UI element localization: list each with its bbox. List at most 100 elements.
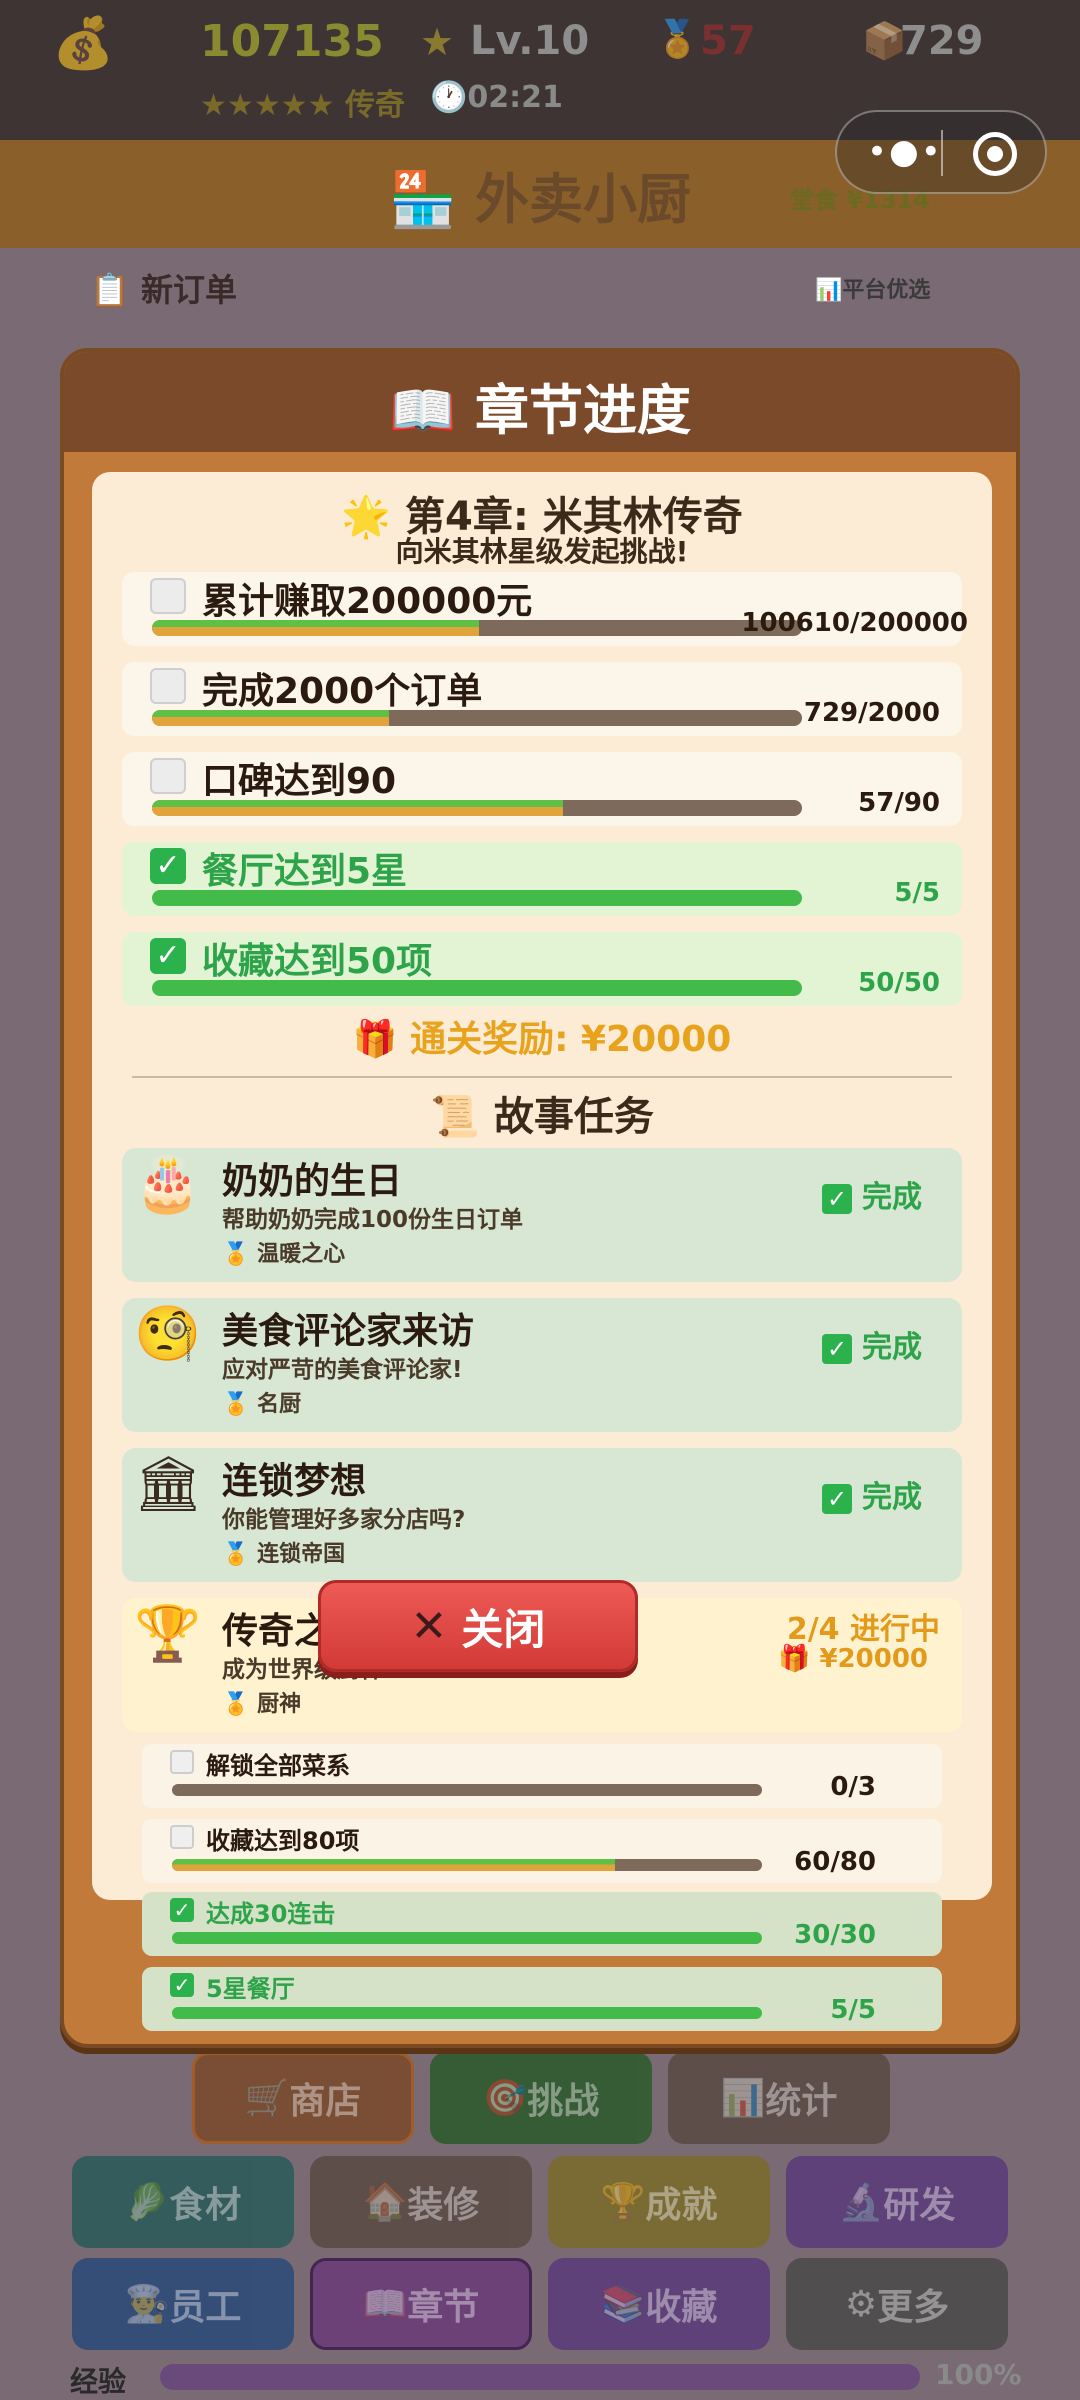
stats-label: 统计 — [765, 2081, 838, 2122]
close-button[interactable]: ✕ 关闭 — [318, 1580, 638, 1672]
more-dots-icon[interactable]: •●• — [867, 132, 943, 172]
subgoal-value: 30/30 — [794, 1920, 876, 1950]
research-label: 研发 — [883, 2185, 956, 2226]
rating-stars-text: ★★★★★ — [200, 88, 335, 123]
monocle-face-icon: 🧐 — [134, 1302, 202, 1365]
subgoal-value: 60/80 — [794, 1847, 876, 1877]
achievements-label: 成就 — [645, 2185, 718, 2226]
medal-icon: 🏅 — [655, 19, 700, 60]
decorate-label: 装修 — [407, 2185, 480, 2226]
close-miniprogram-icon[interactable] — [973, 132, 1017, 176]
challenge-button[interactable]: 🎯 挑战 — [430, 2052, 652, 2144]
close-icon: ✕ — [410, 1600, 448, 1652]
modal-header: 📖 章节进度 — [64, 352, 1016, 452]
goal-row: ✓ 餐厅达到5星 5/5 — [122, 842, 962, 916]
ingredients-button[interactable]: 🥬 食材 — [72, 2156, 294, 2248]
subgoal-checkbox — [170, 1750, 194, 1774]
check-icon: ✓ — [822, 1484, 852, 1514]
clear-reward: 🎁 通关奖励: ¥20000 — [92, 1010, 992, 1062]
goal-checkbox-checked: ✓ — [150, 938, 186, 974]
medal-icon: 🏅 — [222, 1692, 250, 1717]
chapter-progress-modal: 📖 章节进度 🌟 第4章: 米其林传奇 向米其林星级发起挑战! 累计赚取2000… — [60, 348, 1020, 2048]
subgoal-progress-bar — [172, 1784, 762, 1796]
goal-value: 5/5 — [894, 878, 940, 908]
collection-label: 收藏 — [645, 2287, 718, 2328]
story-desc: 你能管理好多家分店吗? — [222, 1507, 466, 1533]
collection-button[interactable]: 📚 收藏 — [548, 2258, 770, 2350]
platform-label: 📊平台优选 — [815, 278, 931, 303]
money-counter: 107135 — [200, 16, 384, 67]
story-status: ✓ 完成 — [822, 1472, 922, 1516]
shop-label: 商店 — [289, 2081, 362, 2122]
modal-title-text: 章节进度 — [475, 379, 692, 442]
story-title: 连锁梦想 — [222, 1461, 367, 1502]
story-section-title: 📜 故事任务 — [92, 1084, 992, 1142]
decorate-button[interactable]: 🏠 装修 — [310, 2156, 532, 2248]
goal-progress-bar — [152, 890, 802, 906]
subgoal-progress-bar — [172, 1932, 762, 1944]
section-divider — [132, 1076, 952, 1078]
xp-label: 经验 — [70, 2365, 127, 2398]
research-button[interactable]: 🔬 研发 — [786, 2156, 1008, 2248]
star-icon: ★ — [420, 20, 455, 64]
story-medal: 🏅 厨神 — [222, 1686, 301, 1718]
goal-value: 50/50 — [858, 968, 940, 998]
goal-label: 收藏达到50项 — [202, 941, 433, 982]
story-desc: 帮助奶奶完成100份生日订单 — [222, 1207, 524, 1233]
goal-progress-fill — [152, 890, 802, 906]
clear-reward-text: 通关奖励: ¥20000 — [410, 1019, 732, 1060]
staff-button[interactable]: 👨‍🍳 员工 — [72, 2258, 294, 2350]
capsule-divider — [941, 130, 943, 176]
rating-stars: ★★★★★ 传奇 — [200, 80, 405, 124]
goal-progress-bar — [152, 620, 802, 636]
chapter-button[interactable]: 📖 章节 — [310, 2258, 532, 2350]
story-medal-text: 连锁帝国 — [257, 1542, 346, 1567]
subgoal-label: 5星餐厅 — [206, 1975, 295, 2003]
modal-title: 📖 章节进度 — [64, 366, 1016, 445]
subgoal-progress-fill — [172, 1932, 762, 1944]
diamond-counter: 729 — [900, 18, 984, 64]
chapter-label: 章节 — [407, 2287, 480, 2328]
subgoal-label: 收藏达到80项 — [206, 1827, 360, 1855]
goal-label: 完成2000个订单 — [202, 671, 483, 712]
goal-row: 完成2000个订单 729/2000 — [122, 662, 962, 736]
goal-row: 口碑达到90 57/90 — [122, 752, 962, 826]
level-indicator: Lv.10 — [470, 18, 590, 64]
goal-progress-bar — [152, 800, 802, 816]
goal-checkbox-checked: ✓ — [150, 848, 186, 884]
cake-icon: 🎂 — [134, 1152, 202, 1215]
goal-row: ✓ 收藏达到50项 50/50 — [122, 932, 962, 1006]
subgoal-progress-fill — [172, 2007, 762, 2019]
subgoal-label: 达成30连击 — [206, 1900, 336, 1928]
story-title: 美食评论家来访 — [222, 1311, 475, 1352]
staff-label: 员工 — [169, 2287, 242, 2328]
more-button[interactable]: ⚙ 更多 — [786, 2258, 1008, 2350]
story-card[interactable]: 🎂 奶奶的生日 帮助奶奶完成100份生日订单 🏅 温暖之心 ✓ 完成 — [122, 1148, 962, 1282]
story-reward: 🎁 ¥20000 — [778, 1644, 928, 1674]
achievements-button[interactable]: 🏆 成就 — [548, 2156, 770, 2248]
mini-program-capsule[interactable]: •●• — [835, 110, 1047, 194]
goal-progress-bar — [152, 980, 802, 996]
chapter-panel: 🌟 第4章: 米其林传奇 向米其林星级发起挑战! 累计赚取200000元 100… — [92, 472, 992, 1900]
xp-value: 100% — [935, 2358, 1022, 2391]
challenge-label: 挑战 — [527, 2081, 600, 2122]
scroll-icon: 📜 — [430, 1094, 480, 1140]
money-bag-icon: 💰 — [52, 14, 115, 72]
stats-button[interactable]: 📊 统计 — [668, 2052, 890, 2144]
goal-progress-fill — [152, 620, 479, 636]
new-order-text: 新订单 — [140, 271, 237, 309]
story-status-text: 完成 — [862, 1480, 922, 1515]
subgoal-value: 5/5 — [830, 1995, 876, 2025]
story-section-title-text: 故事任务 — [493, 1094, 654, 1140]
new-order-heading: 📋 新订单 — [90, 271, 237, 309]
story-medal: 🏅 温暖之心 — [222, 1236, 345, 1268]
story-desc: 应对严苛的美食评论家! — [222, 1357, 463, 1383]
story-card[interactable]: 🧐 美食评论家来访 应对严苛的美食评论家! 🏅 名厨 ✓ 完成 — [122, 1298, 962, 1432]
goal-value: 729/2000 — [803, 698, 940, 728]
story-reward-text: ¥20000 — [819, 1644, 928, 1674]
story-medal-text: 温暖之心 — [257, 1242, 346, 1267]
check-icon: ✓ — [822, 1334, 852, 1364]
story-card[interactable]: 🏛 连锁梦想 你能管理好多家分店吗? 🏅 连锁帝国 ✓ 完成 — [122, 1448, 962, 1582]
store-icon: 🏪 — [388, 168, 457, 231]
shop-button[interactable]: 🛒 商店 — [192, 2052, 414, 2144]
